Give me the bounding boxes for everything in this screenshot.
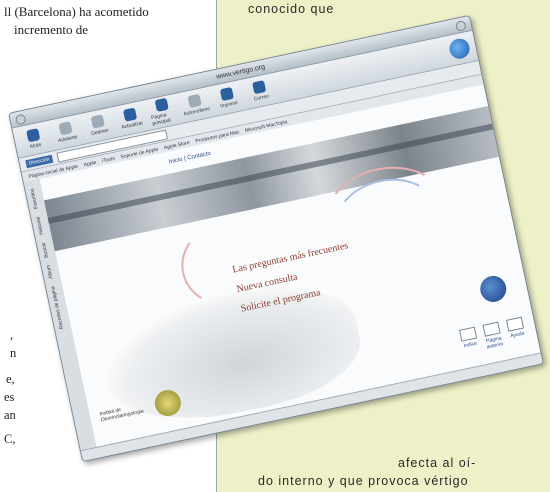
stop-icon bbox=[90, 114, 105, 129]
home-button[interactable]: Página principal bbox=[148, 96, 179, 127]
left-margin-fragment: es bbox=[4, 390, 15, 404]
mail-icon bbox=[252, 80, 267, 95]
refresh-button[interactable]: Actualizar bbox=[116, 106, 146, 131]
left-margin-fragment: an bbox=[4, 408, 16, 422]
zoom-icon[interactable] bbox=[454, 19, 467, 32]
left-margin-fragment: C, bbox=[4, 432, 16, 446]
back-button[interactable]: Atrás bbox=[19, 127, 49, 152]
page-top-links[interactable]: Inicio | Contacto bbox=[168, 151, 211, 166]
right-text-top: conocido que bbox=[248, 2, 335, 16]
mail-button[interactable]: Correo bbox=[245, 79, 275, 104]
forward-icon bbox=[58, 121, 73, 136]
previous-icon bbox=[482, 321, 501, 337]
institute-name: Institut de Otorrinolaringologia bbox=[99, 407, 145, 424]
left-margin-fragment: n bbox=[10, 346, 17, 360]
autofill-button[interactable]: Autorrelleno bbox=[181, 92, 211, 117]
left-text-line-2: incremento de bbox=[14, 22, 88, 37]
right-text-line-2: do interno y que provoca vértigo bbox=[258, 474, 469, 488]
index-icon bbox=[459, 326, 478, 342]
back-icon bbox=[26, 128, 41, 143]
sidebar-tab-search[interactable]: Buscar bbox=[41, 241, 50, 257]
left-margin-fragment: e, bbox=[6, 372, 15, 386]
help-icon bbox=[505, 316, 525, 332]
page-navigation: Índice Página anterior Ayuda bbox=[458, 316, 528, 355]
sidebar-tab-favorites[interactable]: Favoritos bbox=[29, 188, 39, 209]
browser-logo-icon bbox=[447, 36, 472, 61]
left-text-line-1: ll (Barcelona) ha acometido bbox=[4, 4, 149, 19]
site-logo-icon bbox=[477, 273, 509, 305]
home-icon bbox=[154, 97, 169, 112]
right-text-line-1: afecta al oí- bbox=[398, 456, 477, 470]
left-margin-fragment: , bbox=[10, 328, 14, 342]
sidebar-tab-history[interactable]: Historial bbox=[35, 216, 45, 235]
stop-button[interactable]: Detener bbox=[84, 113, 114, 138]
print-button[interactable]: Imprimir bbox=[213, 85, 243, 110]
seal-icon bbox=[152, 387, 184, 419]
nav-index-button[interactable]: Índice bbox=[458, 326, 481, 355]
sidebar-tab-album[interactable]: Álbum bbox=[46, 264, 55, 279]
nav-help-button[interactable]: Ayuda bbox=[505, 316, 528, 345]
forward-button[interactable]: Adelante bbox=[52, 120, 82, 145]
print-icon bbox=[219, 86, 235, 102]
refresh-icon bbox=[122, 107, 138, 122]
nav-previous-button[interactable]: Página anterior bbox=[482, 321, 505, 350]
close-icon[interactable] bbox=[14, 113, 27, 126]
autofill-icon bbox=[187, 93, 202, 109]
